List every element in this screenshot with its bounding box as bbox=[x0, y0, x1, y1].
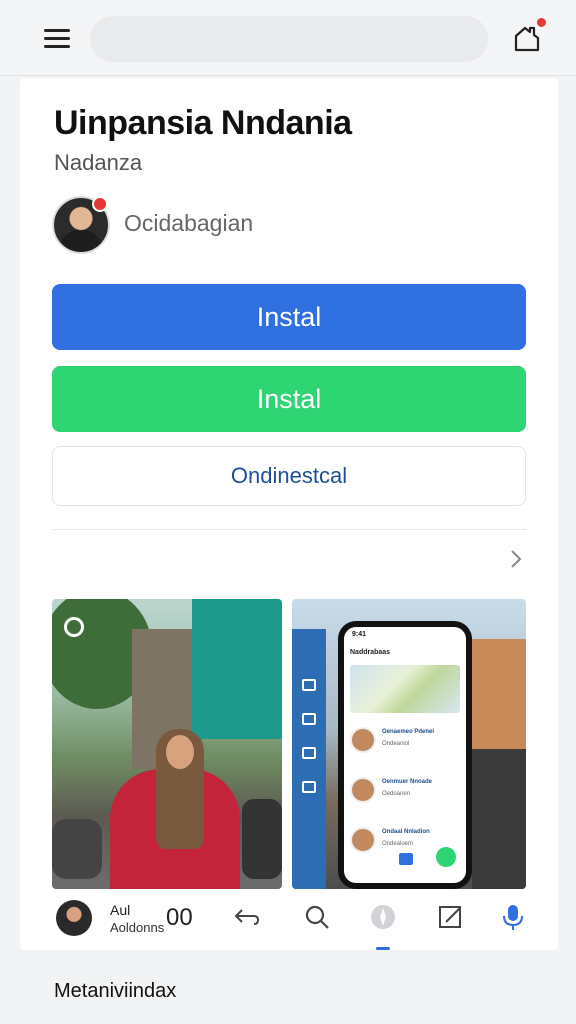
microphone-icon[interactable] bbox=[498, 902, 528, 932]
list-item: Oenmuer Nnoade Oedoanen bbox=[350, 773, 460, 813]
panel-icon bbox=[302, 781, 316, 793]
fab-button bbox=[436, 847, 456, 867]
user-name: Aul bbox=[110, 902, 131, 918]
avatar bbox=[350, 727, 376, 753]
notification-badge bbox=[535, 16, 548, 29]
avatar bbox=[350, 777, 376, 803]
panel-icon bbox=[302, 679, 316, 691]
house-shape bbox=[472, 639, 526, 749]
list-item-title: Oenmuer Nnoade bbox=[382, 779, 433, 785]
motorbikes-shape bbox=[472, 749, 526, 889]
avatar-badge bbox=[92, 196, 108, 212]
list-item: Oenaemeo Pdenel Ondeaniol bbox=[350, 723, 460, 763]
install-button-primary[interactable]: Instal bbox=[52, 284, 526, 350]
compass-icon[interactable] bbox=[368, 902, 398, 932]
panel-icon bbox=[302, 713, 316, 725]
developer-avatar[interactable] bbox=[52, 196, 110, 254]
bottom-navigation: Aul Aoldonns 00 bbox=[20, 888, 558, 950]
search-input[interactable] bbox=[90, 16, 488, 62]
wall-shape bbox=[192, 599, 282, 739]
list-item-title: Ondaal Nnladion bbox=[382, 829, 430, 835]
app-subtitle: Nadanza bbox=[54, 150, 143, 175]
outline-button[interactable]: Ondinestcal bbox=[52, 446, 526, 506]
user-avatar[interactable] bbox=[56, 900, 92, 936]
person-face bbox=[166, 735, 194, 769]
chevron-right-icon[interactable] bbox=[506, 546, 526, 572]
camera-icon bbox=[64, 617, 84, 637]
list-item-subtitle: Ondealoem bbox=[382, 841, 414, 847]
install-button-secondary[interactable]: Instal bbox=[52, 366, 526, 432]
active-tab-indicator bbox=[376, 947, 390, 950]
side-panel bbox=[292, 629, 326, 889]
motorbike-shape bbox=[242, 799, 282, 879]
phone-mockup: 9:41 Naddrabaas Oenaemeo Pdenel Ondeanio… bbox=[338, 621, 472, 889]
top-bar bbox=[0, 0, 576, 76]
developer-name[interactable]: Ocidabagian bbox=[124, 210, 253, 237]
badge bbox=[399, 853, 413, 865]
map-thumbnail bbox=[350, 665, 460, 713]
edit-icon[interactable] bbox=[436, 902, 466, 932]
screenshot-phone[interactable]: 9:41 Naddrabaas Oenaemeo Pdenel Ondeanio… bbox=[292, 599, 526, 889]
screenshot-photo[interactable] bbox=[52, 599, 282, 889]
phone-screen: 9:41 Naddrabaas Oenaemeo Pdenel Ondeanio… bbox=[344, 627, 466, 883]
app-details-card: Uinpansia Nndania Nadanza Ocidabagian In… bbox=[20, 78, 558, 950]
footer-label: Metaniviindax bbox=[54, 980, 177, 1002]
panel-icon bbox=[302, 747, 316, 759]
divider bbox=[52, 529, 526, 530]
motorbike-shape bbox=[52, 819, 102, 879]
notification-icon[interactable] bbox=[508, 16, 550, 58]
avatar bbox=[350, 827, 376, 853]
phone-status: 9:41 bbox=[352, 631, 367, 638]
list-item-subtitle: Ondeaniol bbox=[382, 741, 410, 747]
hamburger-menu-icon[interactable] bbox=[42, 26, 74, 52]
app-title: Uinpansia Nndania bbox=[54, 104, 352, 142]
phone-header: Naddrabaas bbox=[350, 649, 391, 656]
back-arrow-icon[interactable] bbox=[232, 902, 262, 932]
counter: 00 bbox=[166, 904, 193, 931]
user-handle: Aoldonns bbox=[110, 920, 165, 935]
list-item-title: Oenaemeo Pdenel bbox=[382, 729, 435, 735]
search-icon[interactable] bbox=[302, 902, 332, 932]
list-item-subtitle: Oedoanen bbox=[382, 791, 411, 797]
